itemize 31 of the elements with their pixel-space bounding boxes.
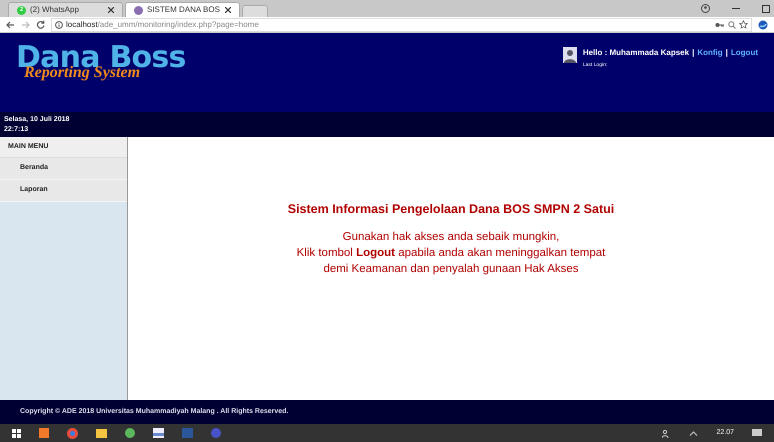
address-field[interactable]: localhost/ade_umm/monitoring/index.php?page=home (51, 18, 752, 32)
folder-icon[interactable] (96, 428, 107, 438)
header-link[interactable]: Logout (730, 47, 758, 59)
info-text: Klik tombol Logout apabila anda akan meninggalkan tempat (296, 246, 606, 261)
header-link[interactable]: Konfig (697, 47, 723, 59)
maximize-icon[interactable] (762, 4, 770, 12)
browser-icon[interactable] (67, 428, 78, 438)
separator: | (692, 47, 694, 59)
separator: | (726, 47, 728, 59)
welcome-heading: Sistem Informasi Pengelolaan Dana BOS SMPN 2 Satui (288, 201, 614, 218)
key-icon[interactable] (715, 22, 725, 28)
profile-icon[interactable] (701, 4, 710, 13)
back-icon[interactable] (6, 20, 15, 28)
greeting-text: Hello : Muhammada Kapsek (582, 47, 690, 59)
close-icon[interactable] (108, 7, 114, 13)
avatar-icon (562, 47, 577, 63)
start-icon[interactable] (12, 428, 21, 438)
people-icon[interactable] (662, 428, 672, 438)
browser-tab[interactable]: SISTEM DANA BOS (125, 2, 240, 17)
star-icon[interactable] (739, 20, 748, 29)
info-text: Gunakan hak akses anda sebaik mungkin, (342, 230, 560, 245)
close-icon[interactable] (225, 7, 231, 13)
info-icon (55, 20, 63, 28)
reload-icon[interactable] (36, 20, 45, 29)
info-text: demi Keamanan dan penyalah gunaan Hak Akses (323, 262, 579, 277)
site-icon (134, 6, 143, 14)
zoom-icon[interactable] (728, 20, 736, 28)
extension-icon[interactable] (758, 20, 768, 30)
minimize-icon[interactable] (732, 8, 740, 10)
chevron-up-icon[interactable] (689, 430, 698, 436)
url-text: localhost/ade_umm/monitoring/index.php?page=home (66, 18, 259, 30)
